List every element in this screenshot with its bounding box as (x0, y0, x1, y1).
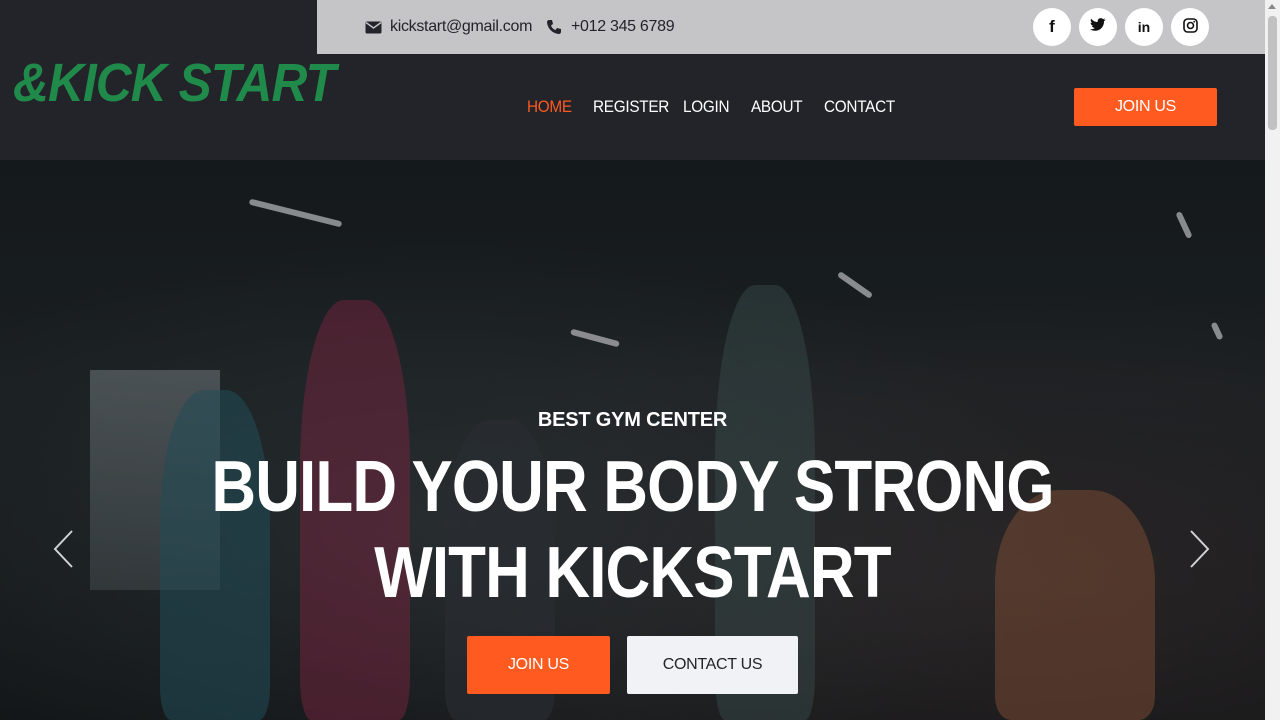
nav-register[interactable]: REGISTER (593, 97, 669, 117)
twitter-button[interactable] (1079, 8, 1117, 46)
scroll-up-arrow-icon[interactable] (1268, 4, 1276, 9)
linkedin-button[interactable]: in (1125, 8, 1163, 46)
carousel-prev-arrow[interactable] (50, 529, 76, 572)
chevron-right-icon (1189, 529, 1211, 576)
phone-text: +012 345 6789 (571, 18, 675, 35)
join-us-header-button[interactable]: JOIN US (1074, 88, 1217, 126)
instagram-button[interactable] (1171, 8, 1209, 46)
phone-contact[interactable]: +012 345 6789 (545, 17, 675, 37)
email-contact[interactable]: kickstart@gmail.com (364, 17, 532, 37)
nav-login[interactable]: LOGIN (683, 97, 730, 117)
site-logo[interactable]: &KICK START (13, 52, 336, 114)
instagram-icon (1182, 17, 1198, 37)
contact-us-hero-button[interactable]: CONTACT US (627, 636, 798, 694)
nav-about[interactable]: ABOUT (751, 97, 803, 117)
page-scrollbar[interactable] (1265, 0, 1280, 720)
linkedin-icon: in (1137, 19, 1151, 35)
facebook-icon: f (1049, 17, 1055, 36)
envelope-icon (364, 18, 382, 36)
hero-headline-line2: WITH KICKSTART (374, 533, 891, 613)
scroll-thumb[interactable] (1268, 16, 1277, 130)
nav-home[interactable]: HOME (527, 97, 572, 117)
hero-carousel: BEST GYM CENTER BUILD YOUR BODY STRONG W… (0, 160, 1265, 720)
carousel-next-arrow[interactable] (1187, 529, 1213, 572)
join-us-hero-button[interactable]: JOIN US (467, 636, 610, 694)
nav-contact[interactable]: CONTACT (824, 97, 895, 117)
email-text: kickstart@gmail.com (390, 18, 533, 35)
twitter-icon (1090, 18, 1106, 36)
phone-icon (545, 18, 563, 36)
facebook-button[interactable]: f (1033, 8, 1071, 46)
hero-headline-line1: BUILD YOUR BODY STRONG (211, 447, 1054, 527)
chevron-left-icon (52, 529, 74, 576)
top-info-bar: kickstart@gmail.com +012 345 6789 f in (317, 0, 1265, 54)
hero-subtitle: BEST GYM CENTER (537, 409, 728, 431)
